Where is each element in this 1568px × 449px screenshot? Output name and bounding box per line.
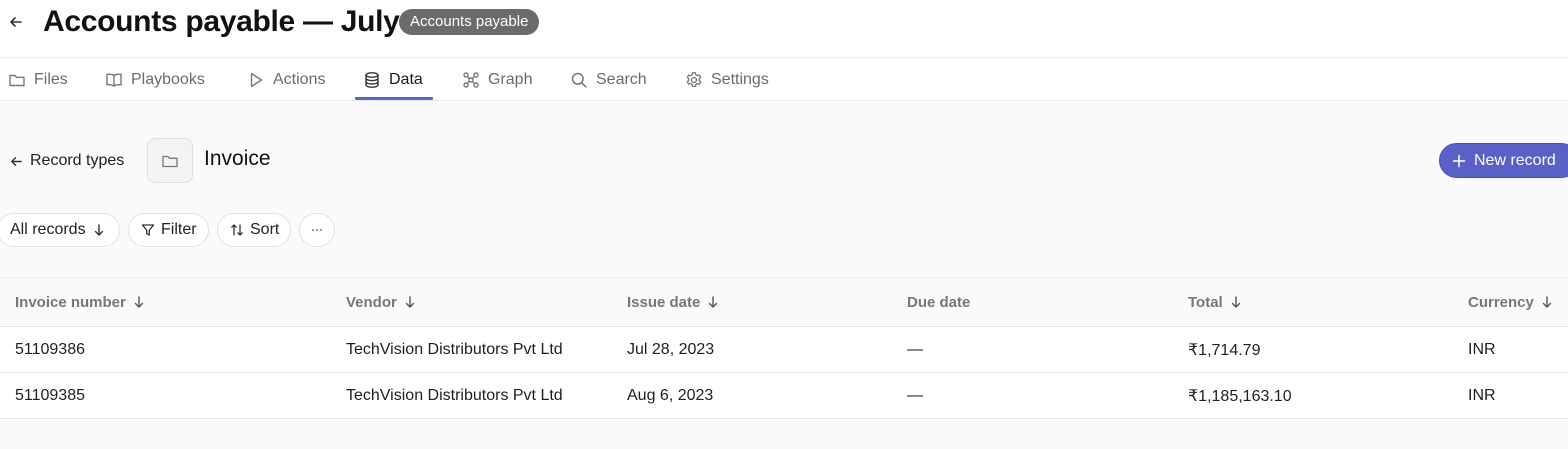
tab-bar: Files Playbooks Actions Data Graph Searc… xyxy=(0,58,1568,101)
sort-icon xyxy=(230,223,244,237)
filter-button[interactable]: Filter xyxy=(128,213,209,247)
table-header: Invoice number Vendor Issue date Due dat… xyxy=(0,278,1568,327)
database-icon xyxy=(363,71,381,89)
sort-label: Sort xyxy=(250,221,280,238)
tab-label: Graph xyxy=(488,70,533,88)
tab-label: Search xyxy=(596,70,647,88)
tab-label: Files xyxy=(34,70,68,88)
back-arrow-icon[interactable] xyxy=(6,12,26,32)
tab-search[interactable]: Search xyxy=(570,58,647,101)
record-type-title: Invoice xyxy=(204,147,271,170)
column-header-invoice-number[interactable]: Invoice number xyxy=(15,278,146,326)
page-title: Accounts payable — July xyxy=(43,5,400,38)
cell-issue-date: Jul 28, 2023 xyxy=(627,340,715,358)
cell-total: ₹1,185,163.10 xyxy=(1188,387,1292,405)
cell-vendor: TechVision Distributors Pvt Ltd xyxy=(346,340,563,358)
cell-invoice-number: 51109385 xyxy=(15,386,85,404)
filter-icon xyxy=(141,223,155,237)
column-label: Vendor xyxy=(346,293,397,311)
cell-currency: INR xyxy=(1468,340,1496,358)
record-types-back-link[interactable]: Record types xyxy=(9,148,124,174)
folder-icon xyxy=(8,71,26,89)
tab-files[interactable]: Files xyxy=(8,58,68,101)
graph-icon xyxy=(462,71,480,89)
cell-invoice-number: 51109386 xyxy=(15,340,85,358)
column-header-vendor[interactable]: Vendor xyxy=(346,278,417,326)
column-label: Issue date xyxy=(627,293,701,311)
records-table: Invoice number Vendor Issue date Due dat… xyxy=(0,277,1568,419)
column-header-total[interactable]: Total xyxy=(1188,278,1243,326)
plus-icon xyxy=(1452,154,1466,168)
search-icon xyxy=(570,71,588,89)
record-type-icon xyxy=(147,138,193,183)
filter-label: Filter xyxy=(161,221,197,238)
gear-icon xyxy=(685,71,703,89)
sort-button[interactable]: Sort xyxy=(217,213,291,247)
cell-total: ₹1,714.79 xyxy=(1188,341,1261,359)
tab-data[interactable]: Data xyxy=(363,58,423,101)
sort-arrow-icon xyxy=(1540,295,1554,309)
table-row[interactable]: 51109385 TechVision Distributors Pvt Ltd… xyxy=(0,373,1568,419)
column-label: Due date xyxy=(907,293,971,311)
more-icon xyxy=(310,223,324,237)
play-icon xyxy=(247,71,265,89)
column-label: Total xyxy=(1188,293,1223,311)
book-icon xyxy=(105,71,123,89)
tab-playbooks[interactable]: Playbooks xyxy=(105,58,205,101)
cell-due-date: — xyxy=(907,340,923,358)
column-label: Currency xyxy=(1468,293,1534,311)
tab-label: Settings xyxy=(711,70,769,88)
tab-graph[interactable]: Graph xyxy=(462,58,532,101)
record-types-label: Record types xyxy=(30,152,125,169)
tab-settings[interactable]: Settings xyxy=(685,58,769,101)
active-tab-indicator xyxy=(355,97,433,100)
all-records-dropdown[interactable]: All records xyxy=(0,213,120,247)
view-label: All records xyxy=(10,221,86,238)
tab-label: Data xyxy=(389,70,423,88)
new-record-label: New record xyxy=(1474,151,1556,169)
sort-arrow-icon xyxy=(403,295,417,309)
folder-icon xyxy=(161,152,179,170)
title-badge: Accounts payable xyxy=(399,9,540,35)
tab-label: Playbooks xyxy=(131,70,205,88)
page-header: Accounts payable — July Accounts payable xyxy=(0,0,1568,58)
sort-arrow-icon xyxy=(132,295,146,309)
tab-actions[interactable]: Actions xyxy=(247,58,325,101)
tab-label: Actions xyxy=(273,70,326,88)
arrow-down-icon xyxy=(92,223,106,237)
sort-arrow-icon xyxy=(706,295,720,309)
column-header-issue-date[interactable]: Issue date xyxy=(627,278,720,326)
sort-arrow-icon xyxy=(1229,295,1243,309)
cell-issue-date: Aug 6, 2023 xyxy=(627,386,714,404)
new-record-button[interactable]: New record xyxy=(1439,143,1568,178)
cell-currency: INR xyxy=(1468,386,1496,404)
table-row[interactable]: 51109386 TechVision Distributors Pvt Ltd… xyxy=(0,327,1568,373)
cell-due-date: — xyxy=(907,386,923,404)
more-options-button[interactable] xyxy=(299,213,335,247)
column-label: Invoice number xyxy=(15,293,126,311)
cell-vendor: TechVision Distributors Pvt Ltd xyxy=(346,386,563,404)
column-header-currency[interactable]: Currency xyxy=(1468,278,1554,326)
arrow-left-icon xyxy=(9,154,24,169)
column-header-due-date[interactable]: Due date xyxy=(907,278,970,326)
